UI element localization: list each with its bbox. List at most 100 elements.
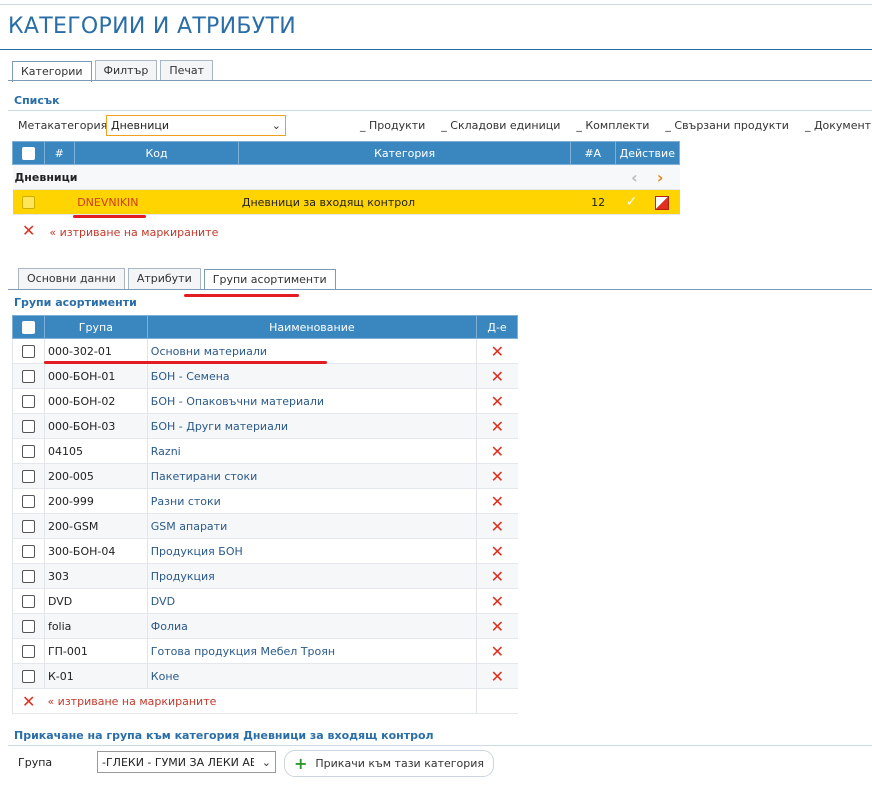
close-icon[interactable]: ✕ [491,417,504,436]
tab-attributes[interactable]: Атрибути [127,268,201,289]
row-checkbox[interactable] [21,444,35,458]
tab-print[interactable]: Печат [160,60,214,81]
row-checkbox[interactable] [21,619,35,633]
group-name[interactable]: БОН - Други материали [146,413,477,439]
tab-assortment-groups[interactable]: Групи асортименти [203,269,336,290]
select-all-checkbox[interactable] [21,146,35,160]
close-icon[interactable]: ✕ [491,667,504,686]
close-icon[interactable]: ✕ [491,617,504,636]
close-icon[interactable]: ✕ [491,542,504,561]
delete-marked-label[interactable]: « изтриване на маркираните [47,695,216,708]
group-code: 200-005 [43,463,148,489]
group-name[interactable]: GSM апарати [146,513,477,539]
group-label: Дневници [12,164,571,190]
link-related-products[interactable]: _ Свързани продукти [665,119,789,132]
table-row[interactable]: 000-БОН-02 БОН - Опаковъчни материали ✕ [12,388,518,414]
tab-filter[interactable]: Филтър [94,60,158,81]
group-name[interactable]: БОН - Опаковъчни материали [146,388,477,414]
row-checkbox[interactable] [21,419,35,433]
header-action: Д-е [476,315,518,339]
table-row[interactable]: 200-999 Разни стоки ✕ [12,488,518,514]
group-name[interactable]: Пакетирани стоки [146,463,477,489]
close-icon[interactable]: ✕ [491,367,504,386]
table-row[interactable]: folia Фолиа ✕ [12,613,518,639]
link-products[interactable]: _ Продукти [360,119,425,132]
delete-marked-label[interactable]: « изтриване на маркираните [49,226,218,239]
group-code: ГП-001 [43,638,148,664]
group-code: 303 [43,563,148,589]
table-row[interactable]: 300-БОН-04 Продукция БОН ✕ [12,538,518,564]
header-name[interactable]: Наименование [146,315,478,339]
table-row[interactable]: К-01 Коне ✕ [12,663,518,689]
group-name[interactable]: Разни стоки [146,488,477,514]
close-icon[interactable]: ✕ [491,442,504,461]
row-checkbox[interactable] [21,594,35,608]
close-icon[interactable]: ✕ [491,592,504,611]
row-checkbox[interactable] [21,344,35,358]
group-name[interactable]: Готова продукция Мебел Троян [146,638,477,664]
attach-to-category-button[interactable]: + Прикачи към тази категория [284,750,495,777]
close-icon[interactable]: ✕ [491,567,504,586]
row-checkbox[interactable] [21,644,35,658]
table-row[interactable]: 200-005 Пакетирани стоки ✕ [12,463,518,489]
close-icon[interactable]: ✕ [491,492,504,511]
close-icon[interactable]: ✕ [491,392,504,411]
close-icon[interactable]: ✕ [491,642,504,661]
header-count[interactable]: #A [569,141,616,165]
close-icon[interactable]: ✕ [22,221,35,240]
row-checkbox[interactable] [21,569,35,583]
table-row[interactable]: 200-GSM GSM апарати ✕ [12,513,518,539]
row-checkbox[interactable] [21,369,35,383]
group-name[interactable]: Продукция БОН [146,538,477,564]
delete-marked-categories[interactable]: ✕ « изтриване на маркираните [22,221,218,240]
category-table-header: # Код Категория #A Действие [12,141,681,165]
header-group[interactable]: Група [43,315,148,339]
link-kits[interactable]: _ Комплекти [576,119,649,132]
category-name[interactable]: Дневници за входящ контрол [238,189,571,215]
close-icon[interactable]: ✕ [491,517,504,536]
check-icon[interactable]: ✓ [626,194,638,210]
table-row[interactable]: 000-БОН-01 БОН - Семена ✕ [12,363,518,389]
group-name[interactable]: Продукция [146,563,477,589]
row-checkbox[interactable] [21,494,35,508]
link-documents[interactable]: _ Документи [805,119,872,132]
close-icon[interactable]: ✕ [491,467,504,486]
header-category[interactable]: Категория [238,141,571,165]
flag-icon[interactable] [654,196,669,210]
attach-group-select[interactable]: -ГЛЕКИ - ГУМИ ЗА ЛЕКИ АВТО ⌄ [97,751,276,773]
table-row[interactable]: 04105 Razni ✕ [12,438,518,464]
header-code[interactable]: Код [73,141,240,165]
tab-categories[interactable]: Категории [12,61,92,82]
group-name[interactable]: Фолиа [146,613,477,639]
header-num: # [43,141,75,165]
close-icon[interactable]: ✕ [491,342,504,361]
table-row[interactable]: ГП-001 Готова продукция Мебел Троян ✕ [12,638,518,664]
category-code[interactable]: DNEVNIKIN [74,189,239,215]
group-name[interactable]: Коне [146,663,477,689]
chevron-down-icon: ⌄ [261,755,271,769]
table-row[interactable]: 303 Продукция ✕ [12,563,518,589]
table-row[interactable]: DVD DVD ✕ [12,588,518,614]
table-row[interactable]: 000-БОН-03 БОН - Други материали ✕ [12,413,518,439]
row-checkbox[interactable] [21,519,35,533]
row-checkbox[interactable] [21,195,35,209]
row-checkbox[interactable] [21,544,35,558]
group-name[interactable]: Основни материали [146,338,477,364]
tab-basic-data[interactable]: Основни данни [18,268,125,289]
group-code: 000-БОН-03 [43,413,148,439]
select-all-checkbox[interactable] [21,320,35,334]
link-stock-units[interactable]: _ Складови единици [441,119,560,132]
close-icon[interactable]: ✕ [22,692,35,711]
table-row[interactable]: DNEVNIKIN Дневници за входящ контрол 12 … [12,189,680,215]
header-select-all[interactable] [12,141,45,165]
table-row[interactable]: 000-302-01 Основни материали ✕ [12,338,518,364]
row-checkbox[interactable] [21,669,35,683]
chevron-right-icon[interactable]: › [657,168,664,187]
row-checkbox[interactable] [21,394,35,408]
group-name[interactable]: DVD [146,588,477,614]
row-checkbox[interactable] [21,469,35,483]
group-name[interactable]: БОН - Семена [146,363,477,389]
chevron-left-icon[interactable]: ‹ [631,168,638,187]
metacategory-select[interactable]: Дневници ⌄ [106,115,286,136]
group-name[interactable]: Razni [146,438,477,464]
